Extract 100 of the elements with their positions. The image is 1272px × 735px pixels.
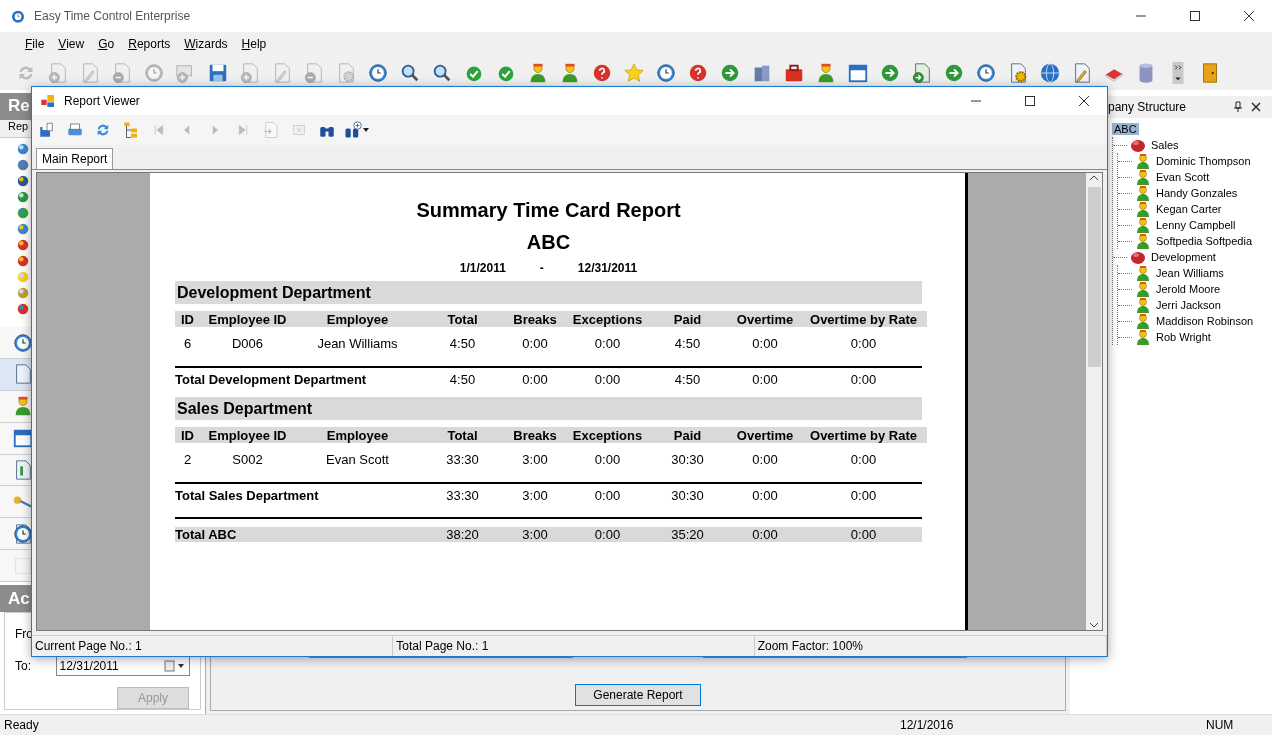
tree-item[interactable]: Kegan Carter bbox=[1154, 203, 1224, 215]
app-logo-icon bbox=[10, 8, 26, 24]
status-message: Ready bbox=[4, 718, 40, 732]
panel-title: pany Structure bbox=[1108, 100, 1188, 114]
scroll-up-icon bbox=[1089, 173, 1099, 183]
column-header: Exceptions bbox=[571, 427, 644, 443]
table-cell-text: Jean Williams bbox=[316, 335, 399, 351]
tree-item[interactable]: Jerri Jackson bbox=[1154, 299, 1223, 311]
total-cell-text: 4:50 bbox=[448, 371, 477, 387]
person-icon bbox=[1135, 169, 1151, 185]
document-arrow-icon bbox=[911, 62, 933, 84]
column-header: Paid bbox=[672, 311, 703, 327]
tree-item[interactable]: ABC bbox=[1112, 123, 1139, 135]
column-header: Overtime bbox=[735, 427, 795, 443]
table-cell-text: 0:00 bbox=[849, 451, 878, 467]
report-icon bbox=[16, 253, 30, 268]
tree-item[interactable]: Maddison Robinson bbox=[1154, 315, 1256, 327]
tree-item[interactable]: Lenny Campbell bbox=[1154, 219, 1238, 231]
window-title: Report Viewer bbox=[64, 94, 141, 108]
arrow-right-icon bbox=[719, 62, 741, 84]
help-icon bbox=[687, 62, 709, 84]
tree-item[interactable]: Evan Scott bbox=[1154, 171, 1212, 183]
table-cell-text: 3:00 bbox=[521, 451, 549, 467]
table-cell-text: 0:00 bbox=[593, 451, 622, 467]
column-header: ID bbox=[180, 311, 195, 327]
column-header: Employee bbox=[325, 427, 390, 443]
report-icon bbox=[16, 189, 30, 204]
date-field[interactable]: 12/31/2011 bbox=[55, 656, 190, 676]
document-remove-icon bbox=[303, 62, 325, 84]
report-icon bbox=[16, 269, 30, 284]
person-icon bbox=[1135, 153, 1151, 169]
pin-icon bbox=[1232, 101, 1244, 113]
report-icon bbox=[16, 141, 30, 156]
table-cell-text: 4:50 bbox=[448, 335, 477, 351]
tree-item[interactable]: Jerold Moore bbox=[1154, 283, 1223, 295]
company-name: ABC bbox=[525, 231, 572, 254]
person-icon bbox=[1135, 185, 1151, 201]
tree-item[interactable]: Sales bbox=[1149, 139, 1181, 151]
menu-item[interactable]: Help bbox=[234, 37, 274, 51]
arrow-right-icon bbox=[943, 62, 965, 84]
calendar-dropdown-icon bbox=[164, 660, 186, 672]
department-icon bbox=[1130, 249, 1146, 265]
toolbar-button[interactable] bbox=[344, 119, 369, 141]
report-icon bbox=[16, 157, 30, 172]
to-label: To: bbox=[15, 659, 32, 673]
menu-item[interactable]: File bbox=[18, 37, 52, 51]
table-cell-text: 0:00 bbox=[521, 335, 549, 351]
column-header: Breaks bbox=[512, 427, 558, 443]
menu-item[interactable]: Go bbox=[91, 37, 122, 51]
tree-item[interactable]: Rob Wright bbox=[1154, 331, 1213, 343]
document-add-icon bbox=[47, 62, 69, 84]
save-icon bbox=[38, 121, 56, 139]
table-cell-text: D006 bbox=[230, 335, 265, 351]
tree-view-icon bbox=[122, 121, 140, 139]
total-cell-text: 35:20 bbox=[670, 527, 705, 542]
clock-icon bbox=[975, 62, 997, 84]
report-tab[interactable]: Main Report bbox=[36, 148, 114, 169]
tree-item[interactable]: Dominic Thompson bbox=[1154, 155, 1253, 167]
scrollbar[interactable] bbox=[1086, 173, 1102, 630]
maximize-icon bbox=[1189, 10, 1201, 22]
export-icon bbox=[262, 121, 280, 139]
report-icon bbox=[16, 301, 30, 316]
total-cell-text: 3:00 bbox=[521, 527, 549, 542]
arrow-right-icon bbox=[879, 62, 901, 84]
table-cell-text: S002 bbox=[231, 451, 264, 467]
person-icon bbox=[1135, 201, 1151, 217]
column-header: Overtime by Rate bbox=[809, 427, 918, 443]
total-cell-text: 33:30 bbox=[445, 487, 480, 503]
report-icon bbox=[16, 173, 30, 188]
column-header: Total bbox=[446, 427, 479, 443]
table-cell-text: 33:30 bbox=[445, 451, 480, 467]
total-cell-text: 0:00 bbox=[593, 527, 622, 542]
toolbox-icon bbox=[783, 62, 805, 84]
maximize-icon bbox=[1024, 95, 1036, 107]
total-cell-text: 3:00 bbox=[521, 487, 549, 503]
report-icon bbox=[16, 221, 30, 236]
total-cell-text: 0:00 bbox=[849, 371, 878, 387]
date-from: 1/1/2011 bbox=[459, 261, 506, 275]
tree-item[interactable]: Development bbox=[1149, 251, 1218, 263]
department-icon bbox=[1130, 137, 1146, 153]
column-header: Paid bbox=[672, 427, 703, 443]
magnifier-icon bbox=[431, 62, 453, 84]
tree-item[interactable]: Handy Gonzales bbox=[1154, 187, 1240, 199]
generate-report-button[interactable]: Generate Report bbox=[575, 684, 701, 706]
report-icon bbox=[16, 285, 30, 300]
star-icon bbox=[623, 62, 645, 84]
menu-item[interactable]: View bbox=[51, 37, 92, 51]
document-remove-icon bbox=[111, 62, 133, 84]
table-cell-text: 6 bbox=[182, 335, 193, 351]
column-header: Overtime by Rate bbox=[809, 311, 918, 327]
calendar-icon bbox=[847, 62, 869, 84]
total-cell-text: 0:00 bbox=[849, 527, 878, 542]
report-viewer-icon bbox=[40, 93, 56, 109]
tree-item[interactable]: Jean Williams bbox=[1154, 267, 1226, 279]
tree-item[interactable]: Softpedia Softpedia bbox=[1154, 235, 1255, 247]
menu-item[interactable]: Wizards bbox=[177, 37, 235, 51]
column-header: Employee ID bbox=[207, 427, 288, 443]
menu-item[interactable]: Reports bbox=[121, 37, 178, 51]
clock-document-icon bbox=[12, 331, 34, 354]
total-cell-text: 0:00 bbox=[521, 371, 549, 387]
